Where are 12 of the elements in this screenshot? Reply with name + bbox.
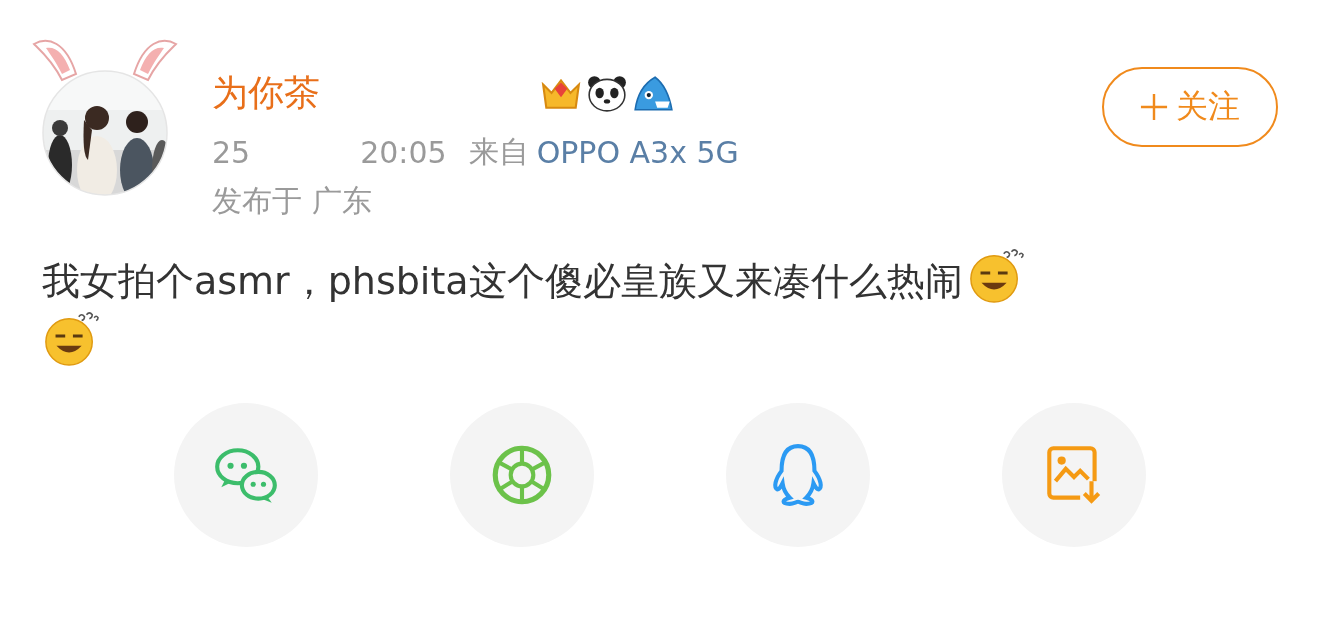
- plus-icon: [1140, 93, 1168, 121]
- post-text: 我女拍个asmr，phsbita这个傻必皇族又来凑什么热闹: [42, 259, 963, 303]
- follow-button[interactable]: 关注: [1102, 67, 1278, 147]
- panda-icon: [586, 74, 628, 112]
- user-name[interactable]: 为你茶: [212, 68, 320, 118]
- location-text: 发布于 广东: [212, 182, 373, 220]
- dizzy-smile-icon: [42, 309, 100, 367]
- post-time: 20:05: [360, 135, 447, 170]
- source-link[interactable]: OPPO A3x 5G: [536, 135, 739, 170]
- source-label: 来自: [468, 133, 529, 171]
- post-time: 25: [212, 135, 251, 170]
- shark-icon: [632, 74, 674, 112]
